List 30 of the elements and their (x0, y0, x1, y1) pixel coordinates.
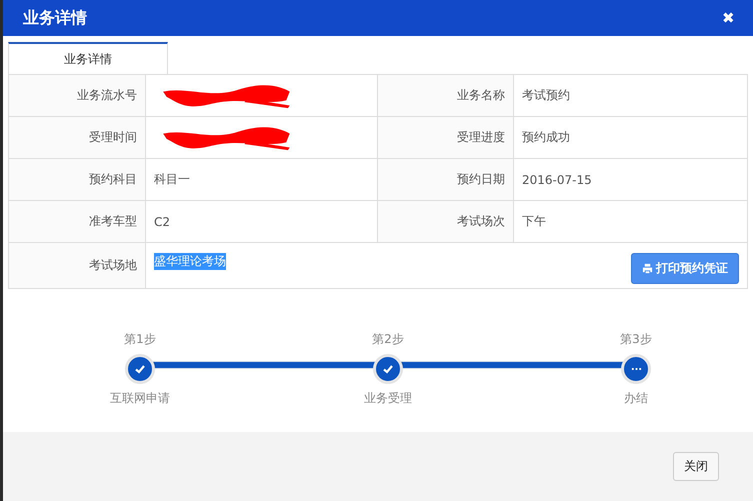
step-number: 第3步 (620, 331, 652, 348)
ellipsis-icon (630, 367, 642, 371)
field-value: 2016-07-15 (522, 172, 592, 186)
field-value: 盛华理论考场 (154, 253, 226, 270)
dialog-title: 业务详情 (23, 8, 87, 28)
field-label: 预约日期 (378, 159, 514, 200)
check-icon (382, 363, 394, 375)
close-button[interactable]: 关闭 (673, 452, 719, 481)
printer-icon (642, 263, 653, 274)
field-label: 受理进度 (378, 117, 514, 158)
step-number: 第2步 (372, 331, 404, 348)
step-label: 业务受理 (364, 390, 412, 407)
tab[interactable]: 业务详情 (8, 42, 168, 74)
field-label: 准考车型 (9, 201, 146, 242)
field-value: 科目一 (154, 171, 190, 188)
field-label: 考试场地 (9, 243, 146, 288)
field-label: 业务名称 (378, 75, 514, 116)
field-value: 下午 (522, 213, 546, 230)
step-label: 办结 (624, 390, 648, 407)
field-value: 预约成功 (522, 129, 570, 146)
field-label: 预约科目 (9, 159, 146, 200)
check-icon (134, 363, 146, 375)
field-label: 受理时间 (9, 117, 146, 158)
close-button[interactable]: ✖ (718, 9, 739, 27)
field-value: C2 (154, 214, 170, 228)
field-value: 考试预约 (522, 87, 570, 104)
field-label: 考试场次 (378, 201, 514, 242)
step-label: 互联网申请 (110, 390, 170, 407)
field-label: 业务流水号 (9, 75, 146, 116)
step-number: 第1步 (124, 331, 156, 348)
